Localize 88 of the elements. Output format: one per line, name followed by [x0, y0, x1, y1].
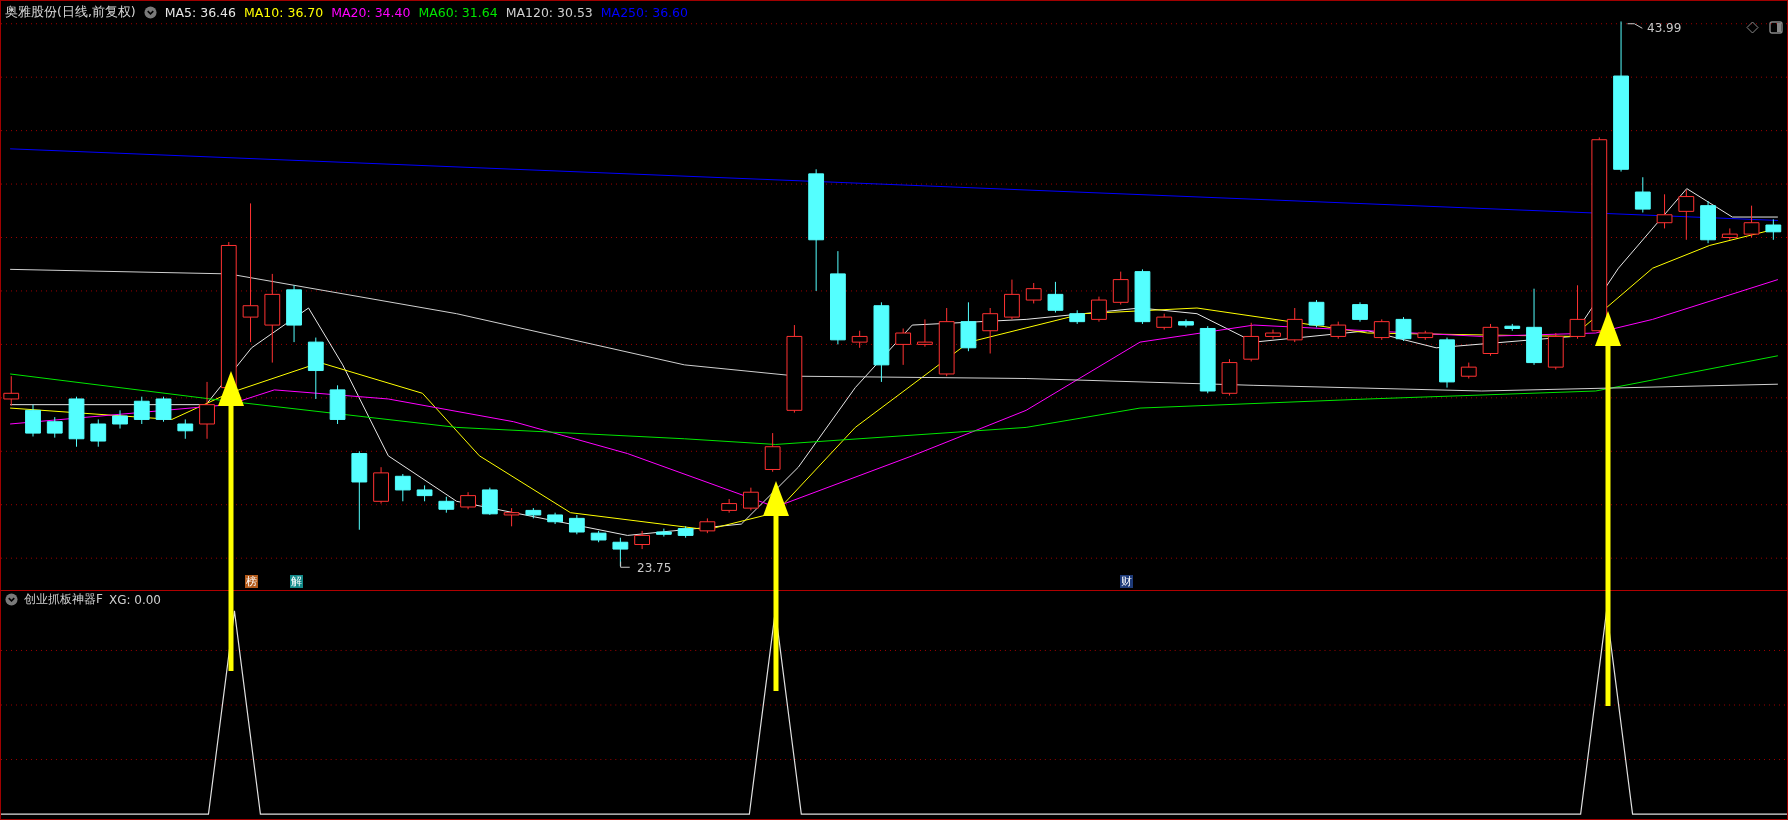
candlestick: [1265, 329, 1281, 340]
candlestick: [1134, 268, 1151, 325]
candlestick: [307, 337, 324, 400]
candlestick: [25, 404, 41, 437]
candlestick: [1482, 323, 1499, 357]
candlestick: [68, 396, 85, 448]
candlestick: [1091, 296, 1107, 323]
candlestick: [1004, 279, 1020, 320]
candlestick: [1569, 284, 1586, 340]
candlestick: [46, 416, 63, 439]
panel-toggle-icon[interactable]: [1769, 21, 1783, 34]
candlestick: [394, 473, 411, 502]
candlestick: [155, 396, 172, 423]
candlestick: [1025, 282, 1042, 304]
candlestick: [1417, 330, 1434, 341]
candlestick: [851, 330, 868, 349]
candlestick: [1069, 309, 1086, 325]
candlestick: [1221, 358, 1238, 397]
event-marker[interactable]: 解: [290, 575, 303, 588]
candlestick: [1439, 337, 1455, 389]
candlestick: [1178, 318, 1194, 328]
candlestick: [568, 514, 585, 535]
candlestick: [438, 496, 455, 514]
candlestick: [547, 512, 563, 525]
candlestick: [177, 418, 194, 440]
candlestick: [460, 491, 476, 510]
high-price-label: 43.99: [1647, 21, 1682, 35]
moving-average-label: MA10: 36.70: [244, 5, 324, 20]
candlestick: [655, 528, 672, 538]
event-marker[interactable]: 财: [1120, 575, 1133, 588]
indicator-name: 创业抓板神器F: [24, 591, 103, 608]
candlestick: [677, 525, 694, 539]
candlestick: [373, 466, 389, 505]
candlestick: [721, 498, 738, 514]
candlestick: [1634, 176, 1651, 213]
candlestick: [960, 301, 977, 352]
candlestick: [1047, 281, 1064, 314]
candlestick: [481, 487, 498, 516]
candlestick: [1678, 189, 1695, 241]
candlestick: [90, 418, 107, 448]
candlestick: [503, 507, 520, 527]
candlestick: [3, 375, 20, 407]
candlestick: [1743, 205, 1760, 238]
candlestick: [329, 384, 346, 425]
candlestick: [982, 307, 999, 354]
candlestick: [1460, 362, 1477, 379]
candlestick: [1330, 321, 1347, 340]
candlestick: [1199, 325, 1216, 394]
candlestick: [938, 307, 955, 377]
candlestick: [1395, 316, 1412, 342]
candlestick: [743, 487, 759, 511]
candlestick: [286, 284, 302, 343]
candlestick: [1373, 318, 1390, 341]
low-price-label: 23.75: [637, 561, 672, 575]
candlestick: [764, 432, 781, 473]
moving-average-label: MA5: 36.46: [164, 5, 236, 20]
moving-average-label: MA120: 30.53: [505, 5, 593, 20]
dropdown-icon[interactable]: [5, 593, 18, 606]
moving-average-label: MA20: 34.40: [331, 5, 411, 20]
candlestick: [1156, 313, 1173, 331]
event-marker[interactable]: 榜: [245, 575, 258, 588]
candlestick: [699, 517, 716, 534]
candlestick: [634, 530, 650, 550]
candlestick: [1308, 299, 1325, 328]
candlestick: [1765, 218, 1782, 241]
candlestick: [590, 530, 607, 543]
candlestick: [112, 409, 128, 430]
candlestick: [1700, 200, 1716, 244]
candlestick: [1656, 193, 1673, 229]
indicator-value: XG: 0.00: [108, 592, 161, 607]
candlestick: [416, 484, 433, 502]
stock-title: 奥雅股份(日线,前复权): [5, 4, 136, 21]
candlestick: [199, 381, 215, 440]
candlestick: [1243, 322, 1260, 362]
leader-line: [620, 561, 631, 568]
candlestick: [1286, 307, 1303, 343]
candlestick: [895, 327, 912, 366]
candlestick: [1352, 301, 1368, 323]
dropdown-icon[interactable]: [143, 6, 157, 19]
candlestick: [917, 318, 933, 348]
candlestick: [525, 507, 542, 519]
candlestick: [1547, 332, 1564, 370]
candlestick: [133, 396, 150, 425]
candlestick: [1721, 227, 1738, 241]
leader-line: [1627, 23, 1643, 29]
moving-average-label: MA250: 36.60: [600, 5, 688, 20]
moving-average-label: MA60: 31.64: [418, 5, 498, 20]
candlestick: [1112, 271, 1129, 306]
